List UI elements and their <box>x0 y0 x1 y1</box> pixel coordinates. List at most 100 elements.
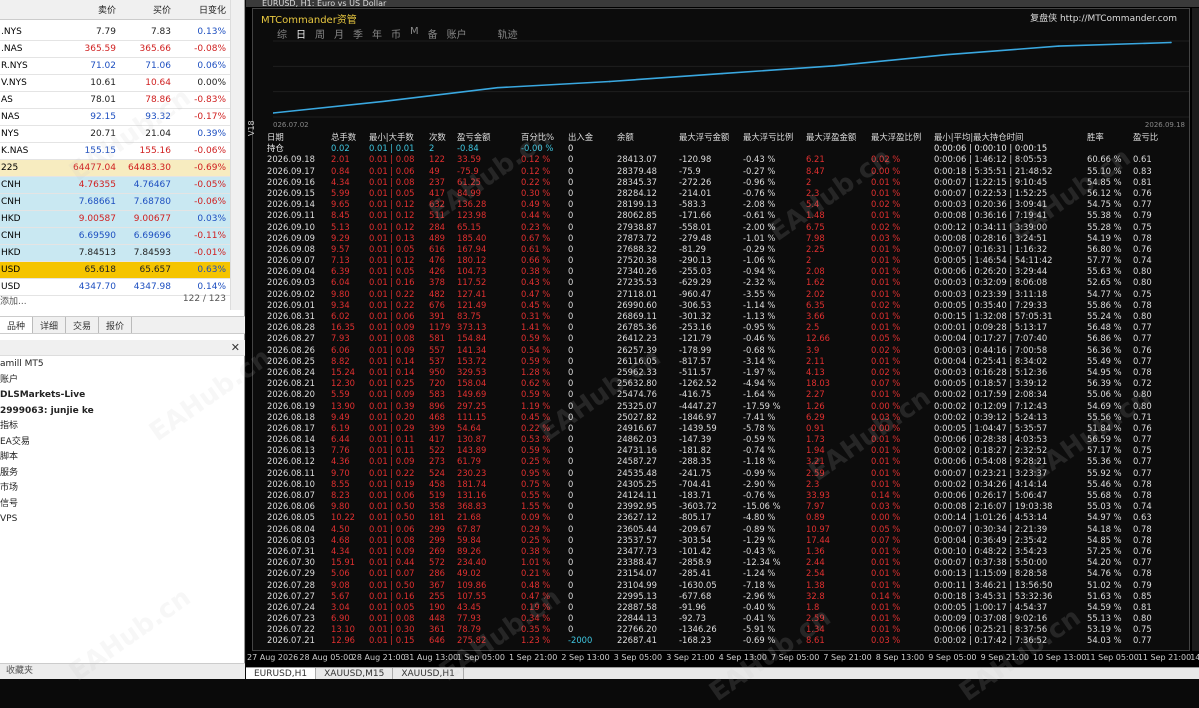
table-row[interactable]: 2026.09.10 5.13 0.01 | 0.12 284 65.15 0.23 % 0… <box>253 222 1191 233</box>
table-row[interactable]: .NAS 365.59 365.66 -0.08% <box>0 41 230 58</box>
table-row[interactable]: 2026.09.15 5.99 0.01 | 0.05 417 84.99 0.30 % 0… <box>253 188 1191 199</box>
table-row[interactable]: NYS 20.71 21.04 0.39% <box>0 126 230 143</box>
cell: 27688.32 <box>617 243 657 254</box>
table-row[interactable]: 2026.08.20 5.59 0.01 | 0.09 583 149.69 0.59 %… <box>253 389 1191 400</box>
table-row[interactable]: 2026.08.21 12.30 0.01 | 0.25 720 158.04 0.62 … <box>253 378 1191 389</box>
table-row[interactable]: 2026.09.07 7.13 0.01 | 0.12 476 180.12 0.66 %… <box>253 255 1191 266</box>
cell: 9.80 <box>331 288 350 299</box>
table-row[interactable]: CNH 7.68661 7.68780 -0.06% <box>0 194 230 211</box>
cell: 0.01 % <box>871 311 901 321</box>
column-header[interactable]: 买价 <box>120 3 175 19</box>
table-row[interactable]: 2026.07.28 9.08 0.01 | 0.50 367 109.86 0.48 %… <box>253 580 1191 591</box>
table-row[interactable]: CNH 6.69590 6.69696 -0.11% <box>0 228 230 245</box>
table-row[interactable]: 2026.07.31 4.34 0.01 | 0.09 269 89.26 0.38 % 0… <box>253 546 1191 557</box>
table-row[interactable]: 2026.09.03 6.04 0.01 | 0.16 378 117.52 0.43 %… <box>253 277 1191 288</box>
tab-3[interactable]: 报价 <box>99 317 133 333</box>
chart-window[interactable]: EURUSD, H1: Euro vs US Dollar MTCommande… <box>246 0 1199 679</box>
cell: 519 <box>429 490 445 500</box>
table-row[interactable]: 2026.09.08 9.57 0.01 | 0.05 616 167.94 0.61 %… <box>253 244 1191 255</box>
table-row[interactable]: 2026.09.09 9.29 0.01 | 0.13 489 185.40 0.67 %… <box>253 233 1191 244</box>
navigator-item[interactable]: 2999063: junjie ke <box>0 404 245 420</box>
table-row[interactable]: 2026.09.16 4.34 0.01 | 0.08 237 61.25 0.22 % 0… <box>253 177 1191 188</box>
column-header[interactable] <box>0 16 60 19</box>
table-row[interactable]: 225 64477.04 64483.30 -0.69% <box>0 160 230 177</box>
table-row[interactable]: 2026.08.13 7.76 0.01 | 0.11 522 143.89 0.59 %… <box>253 445 1191 456</box>
table-row[interactable]: HKD 9.00587 9.00677 0.03% <box>0 211 230 228</box>
table-row[interactable]: USD 65.618 65.657 0.63% <box>0 262 230 279</box>
navigator-item[interactable]: 服务 <box>0 466 245 482</box>
market-watch-scrollbar[interactable] <box>230 0 244 310</box>
chart-tab[interactable]: EURUSD,H1 <box>246 668 317 679</box>
tab-1[interactable]: 详细 <box>33 317 67 333</box>
column-header: 总手数 <box>331 132 357 142</box>
table-row[interactable]: 2026.08.07 8.23 0.01 | 0.06 519 131.16 0.55 %… <box>253 490 1191 501</box>
column-header[interactable]: 日变化 <box>175 3 230 19</box>
cell: 0.02 % <box>871 366 901 377</box>
tab-0[interactable]: 品种 <box>0 317 34 333</box>
table-row[interactable]: 2026.09.04 6.39 0.01 | 0.05 426 104.73 0.38 %… <box>253 266 1191 277</box>
navigator-item[interactable]: DLSMarkets-Live <box>0 388 245 404</box>
brand-link[interactable]: 复盘侠 http://MTCommander.com <box>1030 11 1177 24</box>
cell: 0 <box>568 243 574 254</box>
navigator-item[interactable]: 脚本 <box>0 450 245 466</box>
tab-2[interactable]: 交易 <box>66 317 100 333</box>
table-row[interactable]: 2026.07.27 5.67 0.01 | 0.16 255 107.55 0.47 %… <box>253 591 1191 602</box>
table-row[interactable]: 2026.09.02 9.80 0.01 | 0.22 482 127.41 0.47 %… <box>253 289 1191 300</box>
table-row[interactable]: .NYS 7.79 7.83 0.13% <box>0 24 230 41</box>
table-row[interactable]: 2026.09.17 0.84 0.01 | 0.06 49 -75.9 0.12 % 0 2… <box>253 166 1191 177</box>
table-row[interactable]: CNH 4.76355 4.76467 -0.05% <box>0 177 230 194</box>
chart-tab[interactable]: XAUUSD,H1 <box>393 668 464 679</box>
cell: 0.01 | 0.09 <box>369 344 415 355</box>
navigator-item[interactable]: EA交易 <box>0 435 245 451</box>
table-row[interactable]: 2026.08.04 4.50 0.01 | 0.06 299 67.87 0.29 % 0… <box>253 524 1191 535</box>
navigator-item[interactable]: 信号 <box>0 497 245 513</box>
table-row[interactable]: AS 78.01 78.86 -0.83% <box>0 92 230 109</box>
cell: 55.49 % <box>1087 355 1122 366</box>
table-row[interactable]: V.NYS 10.61 10.64 0.00% <box>0 75 230 92</box>
navigator-item[interactable]: 指标 <box>0 419 245 435</box>
table-row[interactable]: 2026.07.21 12.96 0.01 | 0.15 646 275.82 1.23 … <box>253 635 1191 646</box>
table-row[interactable]: 2026.08.26 6.06 0.01 | 0.09 557 141.34 0.54 %… <box>253 345 1191 356</box>
table-row[interactable]: 2026.07.29 5.06 0.01 | 0.07 286 49.02 0.21 % 0… <box>253 568 1191 579</box>
table-row[interactable]: 2026.08.31 6.02 0.01 | 0.06 391 83.75 0.31 % 0… <box>253 311 1191 322</box>
table-row[interactable]: 2026.08.17 6.19 0.01 | 0.29 399 54.64 0.22 % 0… <box>253 423 1191 434</box>
navigator-item[interactable]: VPS <box>0 512 245 528</box>
table-row[interactable]: 2026.07.30 15.91 0.01 | 0.44 572 234.40 1.01 … <box>253 557 1191 568</box>
table-row[interactable]: 2026.07.22 13.10 0.01 | 0.30 361 78.79 0.35 %… <box>253 624 1191 635</box>
table-row[interactable]: 2026.08.12 4.36 0.01 | 0.09 273 61.79 0.25 % 0… <box>253 456 1191 467</box>
table-row[interactable]: 2026.08.10 8.55 0.01 | 0.19 458 181.74 0.75 %… <box>253 479 1191 490</box>
table-row[interactable]: 2026.09.18 2.01 0.01 | 0.08 122 33.59 0.12 % 0… <box>253 154 1191 165</box>
cell: 0:00:03 | 0:32:09 | 8:06:08 <box>934 277 1048 288</box>
cell: 27938.87 <box>617 221 657 232</box>
table-row[interactable]: 2026.08.18 9.49 0.01 | 0.20 468 111.15 0.45 %… <box>253 412 1191 423</box>
table-row[interactable]: 2026.08.06 9.80 0.01 | 0.50 358 368.83 1.55 %… <box>253 501 1191 512</box>
table-row[interactable]: 2026.08.03 4.68 0.01 | 0.08 299 59.84 0.25 % 0… <box>253 535 1191 546</box>
table-row[interactable]: 2026.09.01 9.34 0.01 | 0.22 676 121.49 0.45 %… <box>253 300 1191 311</box>
table-row[interactable]: 2026.08.11 9.70 0.01 | 0.22 524 230.23 0.95 %… <box>253 468 1191 479</box>
table-row[interactable]: 2026.09.11 8.45 0.01 | 0.12 511 123.98 0.44 %… <box>253 210 1191 221</box>
add-symbol-link[interactable]: 添加... <box>0 294 27 308</box>
table-row[interactable]: HKD 7.84513 7.84593 -0.01% <box>0 245 230 262</box>
chart-tab[interactable]: XAUUSD,M15 <box>316 668 394 679</box>
favorites-tab[interactable]: 收藏夹 <box>0 663 245 679</box>
table-row[interactable]: 2026.08.24 15.24 0.01 | 0.14 950 329.53 1.28 … <box>253 367 1191 378</box>
table-row[interactable]: 2026.08.05 10.22 0.01 | 0.50 181 21.68 0.09 %… <box>253 512 1191 523</box>
table-row[interactable]: 2026.08.14 6.44 0.01 | 0.11 417 130.87 0.53 %… <box>253 434 1191 445</box>
close-icon[interactable]: ✕ <box>231 341 240 354</box>
cell: 0.01 % <box>871 210 901 221</box>
table-row[interactable]: 2026.08.27 7.93 0.01 | 0.08 581 154.84 0.59 %… <box>253 333 1191 344</box>
table-row[interactable]: R.NYS 71.02 71.06 0.06% <box>0 58 230 75</box>
table-row[interactable]: 2026.07.23 6.90 0.01 | 0.08 448 77.93 0.34 % 0… <box>253 613 1191 624</box>
table-row[interactable]: 2026.08.19 13.90 0.01 | 0.39 896 297.25 1.19 … <box>253 401 1191 412</box>
table-row[interactable]: NAS 92.15 93.32 -0.17% <box>0 109 230 126</box>
table-row[interactable]: 2026.07.24 3.04 0.01 | 0.05 190 43.45 0.19 % 0… <box>253 602 1191 613</box>
table-row[interactable]: 2026.09.14 9.65 0.01 | 0.12 632 136.28 0.49 %… <box>253 199 1191 210</box>
column-header[interactable]: 卖价 <box>60 3 120 19</box>
navigator-item[interactable]: amill MT5 <box>0 357 245 373</box>
navigator-item[interactable]: 市场 <box>0 481 245 497</box>
table-row[interactable]: K.NAS 155.15 155.16 -0.06% <box>0 143 230 160</box>
cell: 5.59 <box>331 389 350 400</box>
table-row[interactable]: 2026.08.28 16.35 0.01 | 0.09 1179 373.13 1.41… <box>253 322 1191 333</box>
table-row[interactable]: 2026.08.25 8.82 0.01 | 0.14 537 153.72 0.59 %… <box>253 356 1191 367</box>
navigator-item[interactable]: 账户 <box>0 373 245 389</box>
